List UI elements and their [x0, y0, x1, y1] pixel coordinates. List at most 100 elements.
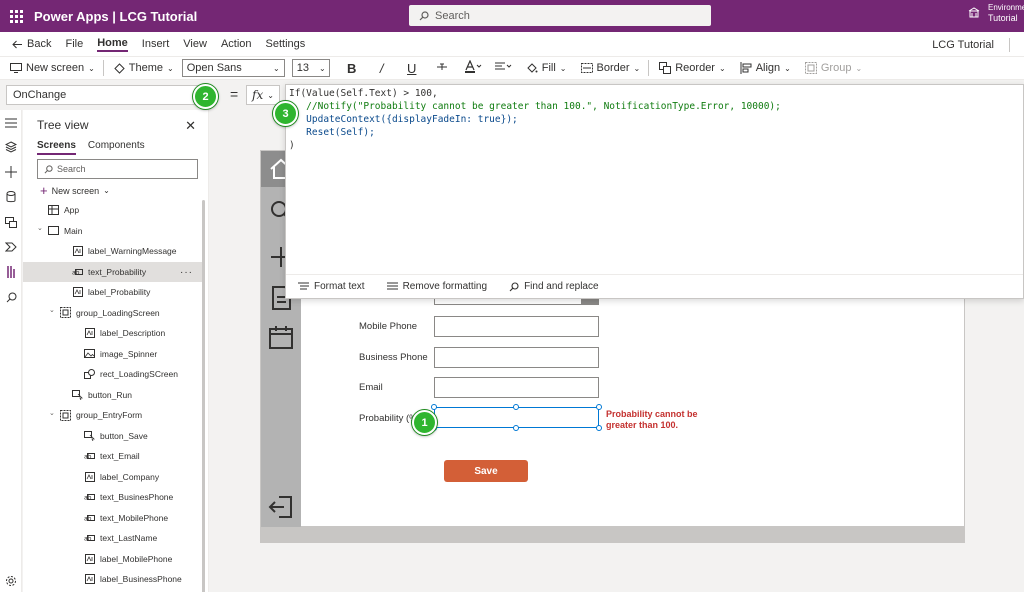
sign-out-icon[interactable] [267, 493, 295, 521]
resize-handle-bc[interactable] [513, 425, 519, 431]
reorder-button[interactable]: Reorder ⌄ [659, 62, 726, 74]
tree-search-input[interactable]: Search [37, 159, 198, 179]
border-button[interactable]: Border ⌄ [580, 62, 640, 74]
global-search-input[interactable]: Search [409, 5, 711, 26]
insert-icon[interactable] [4, 165, 18, 179]
tree-node[interactable]: ⌄ group_LoadingScreen [23, 303, 203, 324]
tree-node[interactable]: ab text_Email [23, 446, 203, 467]
tree-node[interactable]: App [23, 200, 203, 221]
group-label: Group [820, 62, 852, 74]
power-automate-icon[interactable] [4, 240, 18, 254]
back-button[interactable]: Back [12, 38, 51, 50]
fill-label: Fill [541, 62, 556, 74]
font-color-button[interactable] [464, 59, 482, 76]
align-label: Align [755, 62, 781, 74]
variables-icon[interactable] [4, 265, 18, 279]
resize-handle-tr[interactable] [596, 404, 602, 410]
fill-button[interactable]: Fill ⌄ [526, 62, 567, 74]
environment-picker[interactable]: Environme Tutorial [968, 3, 1024, 23]
format-text-icon [298, 282, 309, 290]
tree-view-icon[interactable] [4, 140, 18, 154]
tree-node[interactable]: button_Save [23, 426, 203, 447]
tree-node[interactable]: label_MobilePhone [23, 549, 203, 570]
business-phone-input[interactable] [434, 347, 599, 368]
tree-node[interactable]: image_Spinner [23, 344, 203, 365]
data-icon[interactable] [4, 190, 18, 204]
tree-new-screen-button[interactable]: + New screen ⌄ [40, 183, 110, 198]
italic-button[interactable]: / [374, 61, 390, 76]
font-size-select[interactable]: 13 ⌄ [291, 59, 330, 77]
tree-node[interactable]: ⌄ Main [23, 221, 203, 242]
font-family-select[interactable]: Open Sans ⌄ [181, 59, 285, 77]
group-icon [804, 62, 817, 74]
reorder-icon [659, 62, 672, 74]
formula-editor[interactable]: If(Value(Self.Text) > 100, //Notify("Pro… [285, 84, 1024, 299]
menu-action[interactable]: Action [221, 38, 252, 50]
menu-file[interactable]: File [65, 38, 83, 50]
button-icon [72, 389, 83, 400]
mobile-phone-input[interactable] [434, 316, 599, 337]
resize-handle-tl[interactable] [431, 404, 437, 410]
remove-formatting-label: Remove formatting [402, 281, 488, 292]
tree-node-label: Main [64, 225, 83, 236]
menu-settings[interactable]: Settings [266, 38, 306, 50]
media-icon[interactable] [4, 215, 18, 229]
hamburger-icon[interactable] [4, 116, 18, 130]
tree-node[interactable]: ab text_BusinesPhone [23, 487, 203, 508]
underline-button[interactable]: U [404, 61, 420, 76]
group-button[interactable]: Group ⌄ [804, 62, 862, 74]
tree-node[interactable]: rect_LoadingSCreen [23, 364, 203, 385]
email-input[interactable] [434, 377, 599, 398]
tree-node[interactable]: label_WarningMessage [23, 241, 203, 262]
new-screen-button[interactable]: New screen ⌄ [10, 62, 95, 74]
chevron-down-icon[interactable]: ⌄ [49, 306, 57, 314]
app-launcher-icon[interactable] [6, 6, 26, 26]
textinput-icon: ab [72, 267, 83, 277]
search-icon[interactable] [4, 290, 18, 304]
tree-scrollbar[interactable] [202, 200, 205, 592]
format-text-button[interactable]: Format text [298, 281, 365, 292]
tree-node[interactable]: label_BusinessPhone [23, 569, 203, 590]
menu-home[interactable]: Home [97, 37, 128, 52]
bold-button[interactable]: B [344, 61, 360, 76]
tree-node[interactable]: label_Description [23, 323, 203, 344]
tab-components[interactable]: Components [88, 140, 145, 155]
strikethrough-button[interactable] [434, 61, 450, 76]
remove-formatting-button[interactable]: Remove formatting [386, 281, 488, 292]
menu-insert[interactable]: Insert [142, 38, 170, 50]
tree-node[interactable]: label_Company [23, 467, 203, 488]
resize-handle-br[interactable] [596, 425, 602, 431]
reorder-label: Reorder [675, 62, 715, 74]
formula-footer: Format text Remove formatting Find and r… [286, 274, 1023, 298]
settings-gear-icon[interactable] [4, 574, 18, 588]
text-align-button[interactable] [494, 61, 512, 76]
find-replace-button[interactable]: Find and replace [509, 281, 599, 292]
app-title: Power Apps | LCG Tutorial [34, 8, 198, 24]
resize-handle-tc[interactable] [513, 404, 519, 410]
chevron-down-icon[interactable]: ⌄ [37, 224, 45, 232]
more-options-icon[interactable]: ··· [180, 267, 193, 278]
tree-node[interactable]: button_Run [23, 385, 203, 406]
calendar-icon[interactable] [267, 323, 295, 351]
tab-screens[interactable]: Screens [37, 140, 76, 155]
formula-code[interactable]: If(Value(Self.Text) > 100, //Notify("Pro… [286, 85, 1023, 152]
close-icon[interactable]: ✕ [185, 118, 196, 134]
align-button[interactable]: Align ⌄ [740, 62, 791, 74]
tree-node[interactable]: ⌄ group_EntryForm [23, 405, 203, 426]
tree-node[interactable]: ab text_LastName [23, 528, 203, 549]
property-select[interactable]: OnChange [6, 85, 210, 105]
callout-badge-1: 1 [412, 410, 437, 435]
tree-node[interactable]: ab text_MobilePhone [23, 508, 203, 529]
menu-view[interactable]: View [183, 38, 207, 50]
fx-button[interactable]: fx ⌄ [246, 85, 280, 105]
font-size-value: 13 [296, 62, 309, 74]
tree-tabs: Screens Components [37, 140, 157, 155]
formula-line-2: //Notify("Probability cannot be greater … [289, 101, 781, 112]
chevron-down-icon[interactable]: ⌄ [49, 409, 57, 417]
tree-node[interactable]: label_Probability [23, 282, 203, 303]
theme-button[interactable]: Theme ⌄ [114, 62, 174, 74]
label-icon [84, 471, 95, 482]
svg-text:ab: ab [84, 454, 92, 461]
save-button[interactable]: Save [444, 460, 528, 482]
tree-node[interactable]: ab text_Probability ··· [23, 261, 203, 282]
